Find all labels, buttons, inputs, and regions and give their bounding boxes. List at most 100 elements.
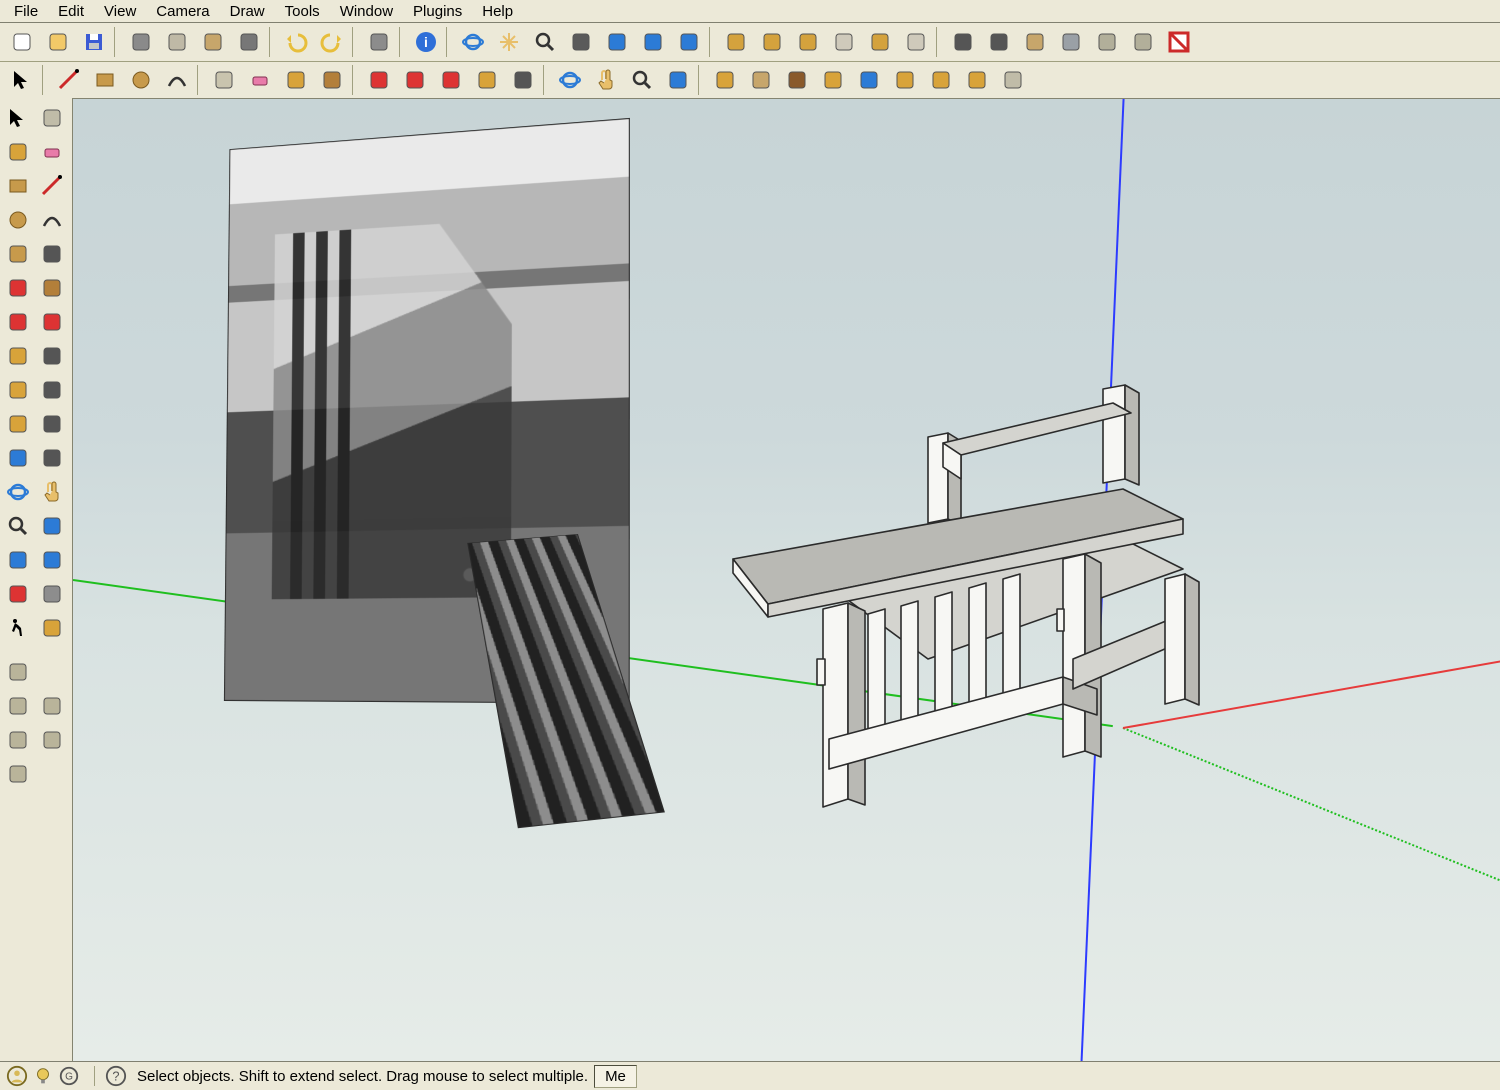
make-component-icon[interactable]: [207, 64, 241, 96]
menu-draw[interactable]: Draw: [220, 1, 275, 22]
select-icon[interactable]: [2, 102, 34, 134]
protractor-icon[interactable]: [2, 408, 34, 440]
walk-icon[interactable]: [2, 612, 34, 644]
delete-icon[interactable]: [232, 26, 266, 58]
line-icon[interactable]: [36, 170, 68, 202]
outliner-icon[interactable]: [2, 656, 34, 688]
freehand-icon[interactable]: [36, 238, 68, 270]
left-view-icon[interactable]: [899, 26, 933, 58]
dimension-icon[interactable]: [36, 374, 68, 406]
scale-tool-icon[interactable]: [470, 64, 504, 96]
status-lightbulb-icon[interactable]: [32, 1065, 54, 1087]
upload-icon[interactable]: [960, 64, 994, 96]
status-human-icon[interactable]: [6, 1065, 28, 1087]
rotate-tool-icon[interactable]: [398, 64, 432, 96]
polygon-icon[interactable]: [2, 238, 34, 270]
pan-tool-icon[interactable]: [589, 64, 623, 96]
position-camera-icon[interactable]: [2, 578, 34, 610]
pan2-icon[interactable]: [36, 476, 68, 508]
zoom-extents-tool-icon[interactable]: [661, 64, 695, 96]
previous-view-icon[interactable]: [636, 26, 670, 58]
back-view-icon[interactable]: [863, 26, 897, 58]
rectangle-icon[interactable]: [2, 170, 34, 202]
next-view-icon[interactable]: [672, 26, 706, 58]
orbit-tool-icon[interactable]: [553, 64, 587, 96]
reference-photo-strip[interactable]: [468, 535, 663, 827]
eraser-icon[interactable]: [36, 136, 68, 168]
menu-camera[interactable]: Camera: [146, 1, 219, 22]
save-file-icon[interactable]: [77, 26, 111, 58]
get-models-icon[interactable]: [852, 64, 886, 96]
view-guides-icon[interactable]: [1126, 26, 1160, 58]
followme2-icon[interactable]: [36, 306, 68, 338]
zoomextents2-icon[interactable]: [36, 510, 68, 542]
menu-tools[interactable]: Tools: [275, 1, 330, 22]
lasso-icon[interactable]: [36, 102, 68, 134]
section-plane-icon[interactable]: [36, 612, 68, 644]
text-label-icon[interactable]: [36, 408, 68, 440]
scenes2-icon[interactable]: [36, 724, 68, 756]
follow-me-icon[interactable]: [434, 64, 468, 96]
share-model-icon[interactable]: [780, 64, 814, 96]
right-view-icon[interactable]: [827, 26, 861, 58]
zoom-icon[interactable]: [528, 26, 562, 58]
pan-icon[interactable]: [492, 26, 526, 58]
zoom-window-icon[interactable]: [564, 26, 598, 58]
new-file-icon[interactable]: [5, 26, 39, 58]
front-view-icon[interactable]: [791, 26, 825, 58]
layers2-icon[interactable]: [36, 690, 68, 722]
add-location-icon[interactable]: [708, 64, 742, 96]
next2-icon[interactable]: [36, 544, 68, 576]
3dtext-icon[interactable]: [36, 442, 68, 474]
menu-file[interactable]: File: [4, 1, 48, 22]
select-tool-icon[interactable]: [5, 64, 39, 96]
chair-model[interactable]: [713, 359, 1243, 829]
menu-help[interactable]: Help: [472, 1, 523, 22]
zoom2-icon[interactable]: [2, 510, 34, 542]
model-viewport[interactable]: [72, 98, 1500, 1062]
offset2-icon[interactable]: [36, 340, 68, 372]
paint-bucket-icon[interactable]: [279, 64, 313, 96]
place-component-icon[interactable]: [816, 64, 850, 96]
undo-icon[interactable]: [279, 26, 313, 58]
shadow-settings-icon[interactable]: [1018, 26, 1052, 58]
face-style-icon[interactable]: [982, 26, 1016, 58]
toggle-terrain-icon[interactable]: [744, 64, 778, 96]
cut-icon[interactable]: [124, 26, 158, 58]
look-around-icon[interactable]: [36, 578, 68, 610]
redo-icon[interactable]: [315, 26, 349, 58]
push-pull-icon[interactable]: [315, 64, 349, 96]
model-info-icon[interactable]: i: [409, 26, 443, 58]
softedges-icon[interactable]: [2, 758, 34, 790]
offset-tool-icon[interactable]: [506, 64, 540, 96]
status-help-icon[interactable]: ?: [105, 1065, 127, 1087]
move2-icon[interactable]: [2, 272, 34, 304]
line-tool-icon[interactable]: [52, 64, 86, 96]
rectangle-tool-icon[interactable]: [88, 64, 122, 96]
paste-icon[interactable]: [196, 26, 230, 58]
standard-views-icon[interactable]: [946, 26, 980, 58]
scale2-icon[interactable]: [2, 340, 34, 372]
rotate2-icon[interactable]: [2, 306, 34, 338]
status-geo-icon[interactable]: G: [58, 1065, 80, 1087]
layers1-icon[interactable]: [2, 690, 34, 722]
view-section-icon[interactable]: [1162, 26, 1196, 58]
menu-window[interactable]: Window: [330, 1, 403, 22]
axes-icon[interactable]: [2, 442, 34, 474]
menu-edit[interactable]: Edit: [48, 1, 94, 22]
menu-view[interactable]: View: [94, 1, 146, 22]
zoom-extents-icon[interactable]: [600, 26, 634, 58]
copy-icon[interactable]: [160, 26, 194, 58]
xray-icon[interactable]: [1054, 26, 1088, 58]
orbit-icon[interactable]: [456, 26, 490, 58]
top-view-icon[interactable]: [755, 26, 789, 58]
view-axes-icon[interactable]: [1090, 26, 1124, 58]
previous2-icon[interactable]: [2, 544, 34, 576]
print-icon[interactable]: [362, 26, 396, 58]
menu-plugins[interactable]: Plugins: [403, 1, 472, 22]
layer-icon[interactable]: [996, 64, 1030, 96]
zoom-tool-icon[interactable]: [625, 64, 659, 96]
open-file-icon[interactable]: [41, 26, 75, 58]
move-tool-icon[interactable]: [362, 64, 396, 96]
tape-icon[interactable]: [2, 374, 34, 406]
